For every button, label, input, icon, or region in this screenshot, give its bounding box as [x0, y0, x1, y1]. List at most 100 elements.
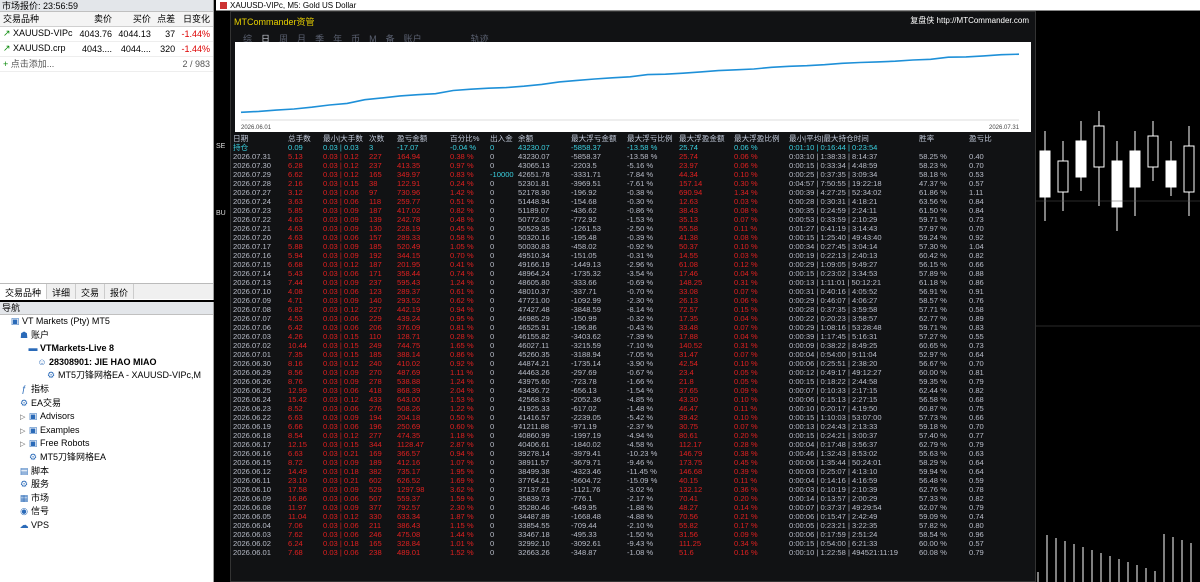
table-cell: 2026.06.18	[233, 431, 272, 440]
table-row[interactable]: 2026.06.29 8.56 0.03 | 0.09 270 487.69 1.11 %…	[233, 368, 1033, 377]
navigator-node[interactable]: ▬ VTMarkets-Live 8	[0, 342, 213, 356]
table-row[interactable]: 2026.07.28 2.16 0.03 | 0.15 38 122.91 0.24 % 0…	[233, 179, 1033, 188]
table-row[interactable]: 2026.06.02 6.24 0.03 | 0.18 165 328.84 1.01 %…	[233, 539, 1033, 548]
table-cell: 386.43	[397, 521, 421, 530]
navigator-node[interactable]: ⚙ 服务	[0, 478, 213, 492]
navigator-node[interactable]: ƒ 指标	[0, 383, 213, 397]
column-header[interactable]: 买价	[115, 12, 154, 27]
column-header[interactable]: 交易品种	[0, 12, 77, 27]
table-row[interactable]: 2026.07.23 5.85 0.03 | 0.09 187 417.02 0.82 %…	[233, 206, 1033, 215]
navigator-node[interactable]: ⚙ MT5刀锋网格EA	[0, 451, 213, 465]
navigator-node[interactable]: ▤ 脚本	[0, 465, 213, 479]
table-row[interactable]: 2026.07.13 7.44 0.03 | 0.09 237 595.43 1.24 %…	[233, 278, 1033, 287]
candlestick-chart[interactable]	[1030, 11, 1200, 582]
market-watch-title: 市场报价: 23:56:59	[0, 0, 213, 12]
expand-icon[interactable]: ▷	[20, 425, 28, 438]
market-watch-tab[interactable]: 交易	[76, 284, 106, 299]
table-cell: 26.13	[679, 296, 699, 305]
table-row[interactable]: 2026.06.17 12.15 0.03 | 0.15 344 1128.47 2.87…	[233, 440, 1033, 449]
table-row[interactable]: 2026.07.16 5.94 0.03 | 0.09 192 344.15 0.70 %…	[233, 251, 1033, 260]
spread-cell: 37	[153, 26, 179, 42]
table-cell: 0.09 %	[734, 386, 758, 395]
table-row[interactable]: 2026.06.19 6.66 0.03 | 0.06 196 250.69 0.60 %…	[233, 422, 1033, 431]
table-row[interactable]: 2026.06.16 6.63 0.03 | 0.21 169 366.57 0.94 %…	[233, 449, 1033, 458]
navigator-node[interactable]: ▷ ▣ Advisors	[0, 410, 213, 424]
table-row[interactable]: 2026.06.25 12.99 0.03 | 0.06 418 868.39 2.04 …	[233, 386, 1033, 395]
symbol-row[interactable]: ↗ XAUUSD.crp 4043.... 4044.... 320 -1.44%	[0, 41, 213, 57]
table-row[interactable]: 2026.07.07 4.53 0.03 | 0.06 229 439.24 0.95 %…	[233, 314, 1033, 323]
table-row[interactable]: 2026.06.30 8.16 0.03 | 0.12 240 410.02 0.92 %…	[233, 359, 1033, 368]
table-cell: 0:03:10 | 1:38:33 | 8:14:37	[789, 152, 878, 161]
table-row[interactable]: 2026.07.17 5.88 0.03 | 0.09 185 520.49 1.05 %…	[233, 242, 1033, 251]
table-row[interactable]: 2026.06.10 17.58 0.03 | 0.09 529 1297.98 3.62…	[233, 485, 1033, 494]
market-watch-tab[interactable]: 交易品种	[0, 284, 48, 299]
table-row[interactable]: 2026.07.22 4.63 0.03 | 0.09 139 242.78 0.48 %…	[233, 215, 1033, 224]
table-cell: 0.64	[969, 467, 984, 476]
navigator-node[interactable]: ▦ 市场	[0, 492, 213, 506]
table-cell: 11.97	[288, 503, 307, 512]
table-row[interactable]: 2026.07.21 4.63 0.03 | 0.09 130 228.19 0.45 %…	[233, 224, 1033, 233]
navigator-node[interactable]: ⚙ EA交易	[0, 397, 213, 411]
table-row[interactable]: 2026.07.31 5.13 0.03 | 0.12 227 164.94 0.38 %…	[233, 152, 1033, 161]
navigator-node[interactable]: ▣ VT Markets (Pty) MT5	[0, 315, 213, 329]
market-watch-tab[interactable]: 报价	[105, 284, 135, 299]
table-row[interactable]: 2026.07.30 6.28 0.03 | 0.12 237 413.35 0.97 %…	[233, 161, 1033, 170]
table-row[interactable]: 2026.06.22 6.63 0.03 | 0.09 194 204.18 0.50 %…	[233, 413, 1033, 422]
table-cell: -4.94 %	[627, 431, 654, 440]
navigator-node[interactable]: ◉ 信号	[0, 505, 213, 519]
table-row[interactable]: 2026.06.03 7.62 0.03 | 0.06 246 475.08 1.44 %…	[233, 530, 1033, 539]
table-row[interactable]: 2026.07.09 4.71 0.03 | 0.09 140 293.52 0.62 %…	[233, 296, 1033, 305]
table-row[interactable]: 2026.07.06 6.42 0.03 | 0.06 206 376.09 0.81 %…	[233, 323, 1033, 332]
table-row[interactable]: 2026.07.29 6.62 0.03 | 0.12 165 349.97 0.83 %…	[233, 170, 1033, 179]
table-cell: 0:00:15 | 0:54:00 | 6:21:33	[789, 539, 878, 548]
table-row[interactable]: 2026.06.08 11.97 0.03 | 0.09 377 792.57 2.30 …	[233, 503, 1033, 512]
summary-cell: 25.74	[679, 143, 699, 152]
panel-link-url[interactable]: http://MTCommander.com	[937, 16, 1029, 25]
table-row[interactable]: 2026.07.01 7.35 0.03 | 0.15 185 388.14 0.86 %…	[233, 350, 1033, 359]
table-row[interactable]: 2026.07.24 3.63 0.03 | 0.06 118 259.77 0.51 %…	[233, 197, 1033, 206]
table-row[interactable]: 2026.07.14 5.43 0.03 | 0.06 171 358.44 0.74 %…	[233, 269, 1033, 278]
table-row[interactable]: 2026.06.15 8.72 0.03 | 0.09 189 412.16 1.07 %…	[233, 458, 1033, 467]
table-row[interactable]: 2026.07.03 4.26 0.03 | 0.15 110 128.71 0.28 %…	[233, 332, 1033, 341]
table-row[interactable]: 2026.06.11 23.10 0.03 | 0.21 602 626.52 1.69 …	[233, 476, 1033, 485]
table-cell: 4.53	[288, 314, 303, 323]
symbol-row[interactable]: ↗ XAUUSD-VIPc 4043.76 4044.13 37 -1.44%	[0, 26, 213, 42]
table-cell: 56.91 %	[919, 287, 947, 296]
add-symbol-label: 点击添加...	[10, 59, 55, 69]
table-row[interactable]: 2026.07.20 4.63 0.03 | 0.06 157 289.33 0.58 %…	[233, 233, 1033, 242]
navigator-node[interactable]: ▷ ▣ Free Robots	[0, 437, 213, 451]
add-symbol-cell[interactable]: + 点击添加...	[0, 56, 154, 72]
navigator-node[interactable]: ▷ ▣ Examples	[0, 424, 213, 438]
expand-icon[interactable]: ▷	[20, 438, 28, 451]
column-header[interactable]: 点差	[153, 12, 179, 27]
table-cell: -9.43 %	[627, 539, 654, 548]
table-cell: 276	[369, 404, 382, 413]
table-row[interactable]: 2026.07.27 3.12 0.03 | 0.06 97 730.96 1.42 % 0…	[233, 188, 1033, 197]
table-row[interactable]: 2026.07.08 6.82 0.03 | 0.12 227 442.19 0.94 %…	[233, 305, 1033, 314]
navigator-node[interactable]: ☺ 28308901: JIE HAO MIAO	[0, 356, 213, 370]
navigator-node[interactable]: ☁ VPS	[0, 519, 213, 533]
table-row[interactable]: 2026.06.18 8.54 0.03 | 0.12 277 474.35 1.18 %…	[233, 431, 1033, 440]
table-row[interactable]: 2026.06.12 14.49 0.03 | 0.18 382 735.17 1.95 …	[233, 467, 1033, 476]
table-cell: 35.13	[679, 215, 699, 224]
panel-link[interactable]: 复盘侠 http://MTCommander.com	[910, 15, 1029, 26]
table-cell: 0.03 %	[734, 197, 758, 206]
navigator-node[interactable]: ⚙ MT5刀锋网格EA - XAUUSD-VIPc,M	[0, 369, 213, 383]
market-watch-tab[interactable]: 详细	[47, 284, 77, 299]
table-row[interactable]: 2026.07.15 6.68 0.03 | 0.12 187 201.95 0.41 %…	[233, 260, 1033, 269]
table-row[interactable]: 2026.06.09 16.86 0.03 | 0.06 507 559.37 1.59 …	[233, 494, 1033, 503]
table-row[interactable]: 2026.06.05 11.04 0.03 | 0.12 330 633.34 1.87 …	[233, 512, 1033, 521]
column-header[interactable]: 日变化	[178, 12, 213, 27]
navigator-node[interactable]: ☗ 账户	[0, 329, 213, 343]
table-row[interactable]: 2026.06.24 15.42 0.03 | 0.12 433 643.00 1.53 …	[233, 395, 1033, 404]
table-cell: 0	[490, 449, 495, 458]
expand-icon[interactable]: ▷	[20, 411, 28, 424]
add-symbol-row[interactable]: + 点击添加... 2 / 983	[0, 56, 213, 72]
table-row[interactable]: 2026.06.01 7.68 0.03 | 0.06 238 489.01 1.52 %…	[233, 548, 1033, 557]
table-row[interactable]: 2026.06.23 8.52 0.03 | 0.06 276 508.26 1.22 %…	[233, 404, 1033, 413]
table-row[interactable]: 2026.06.26 8.76 0.03 | 0.09 278 538.88 1.24 %…	[233, 377, 1033, 386]
column-header[interactable]: 卖价	[76, 12, 116, 27]
table-row[interactable]: 2026.06.04 7.06 0.03 | 0.06 211 386.43 1.15 %…	[233, 521, 1033, 530]
table-row[interactable]: 2026.07.10 4.08 0.03 | 0.06 123 289.37 0.61 %…	[233, 287, 1033, 296]
table-row[interactable]: 2026.07.02 10.44 0.03 | 0.15 249 744.75 1.65 …	[233, 341, 1033, 350]
